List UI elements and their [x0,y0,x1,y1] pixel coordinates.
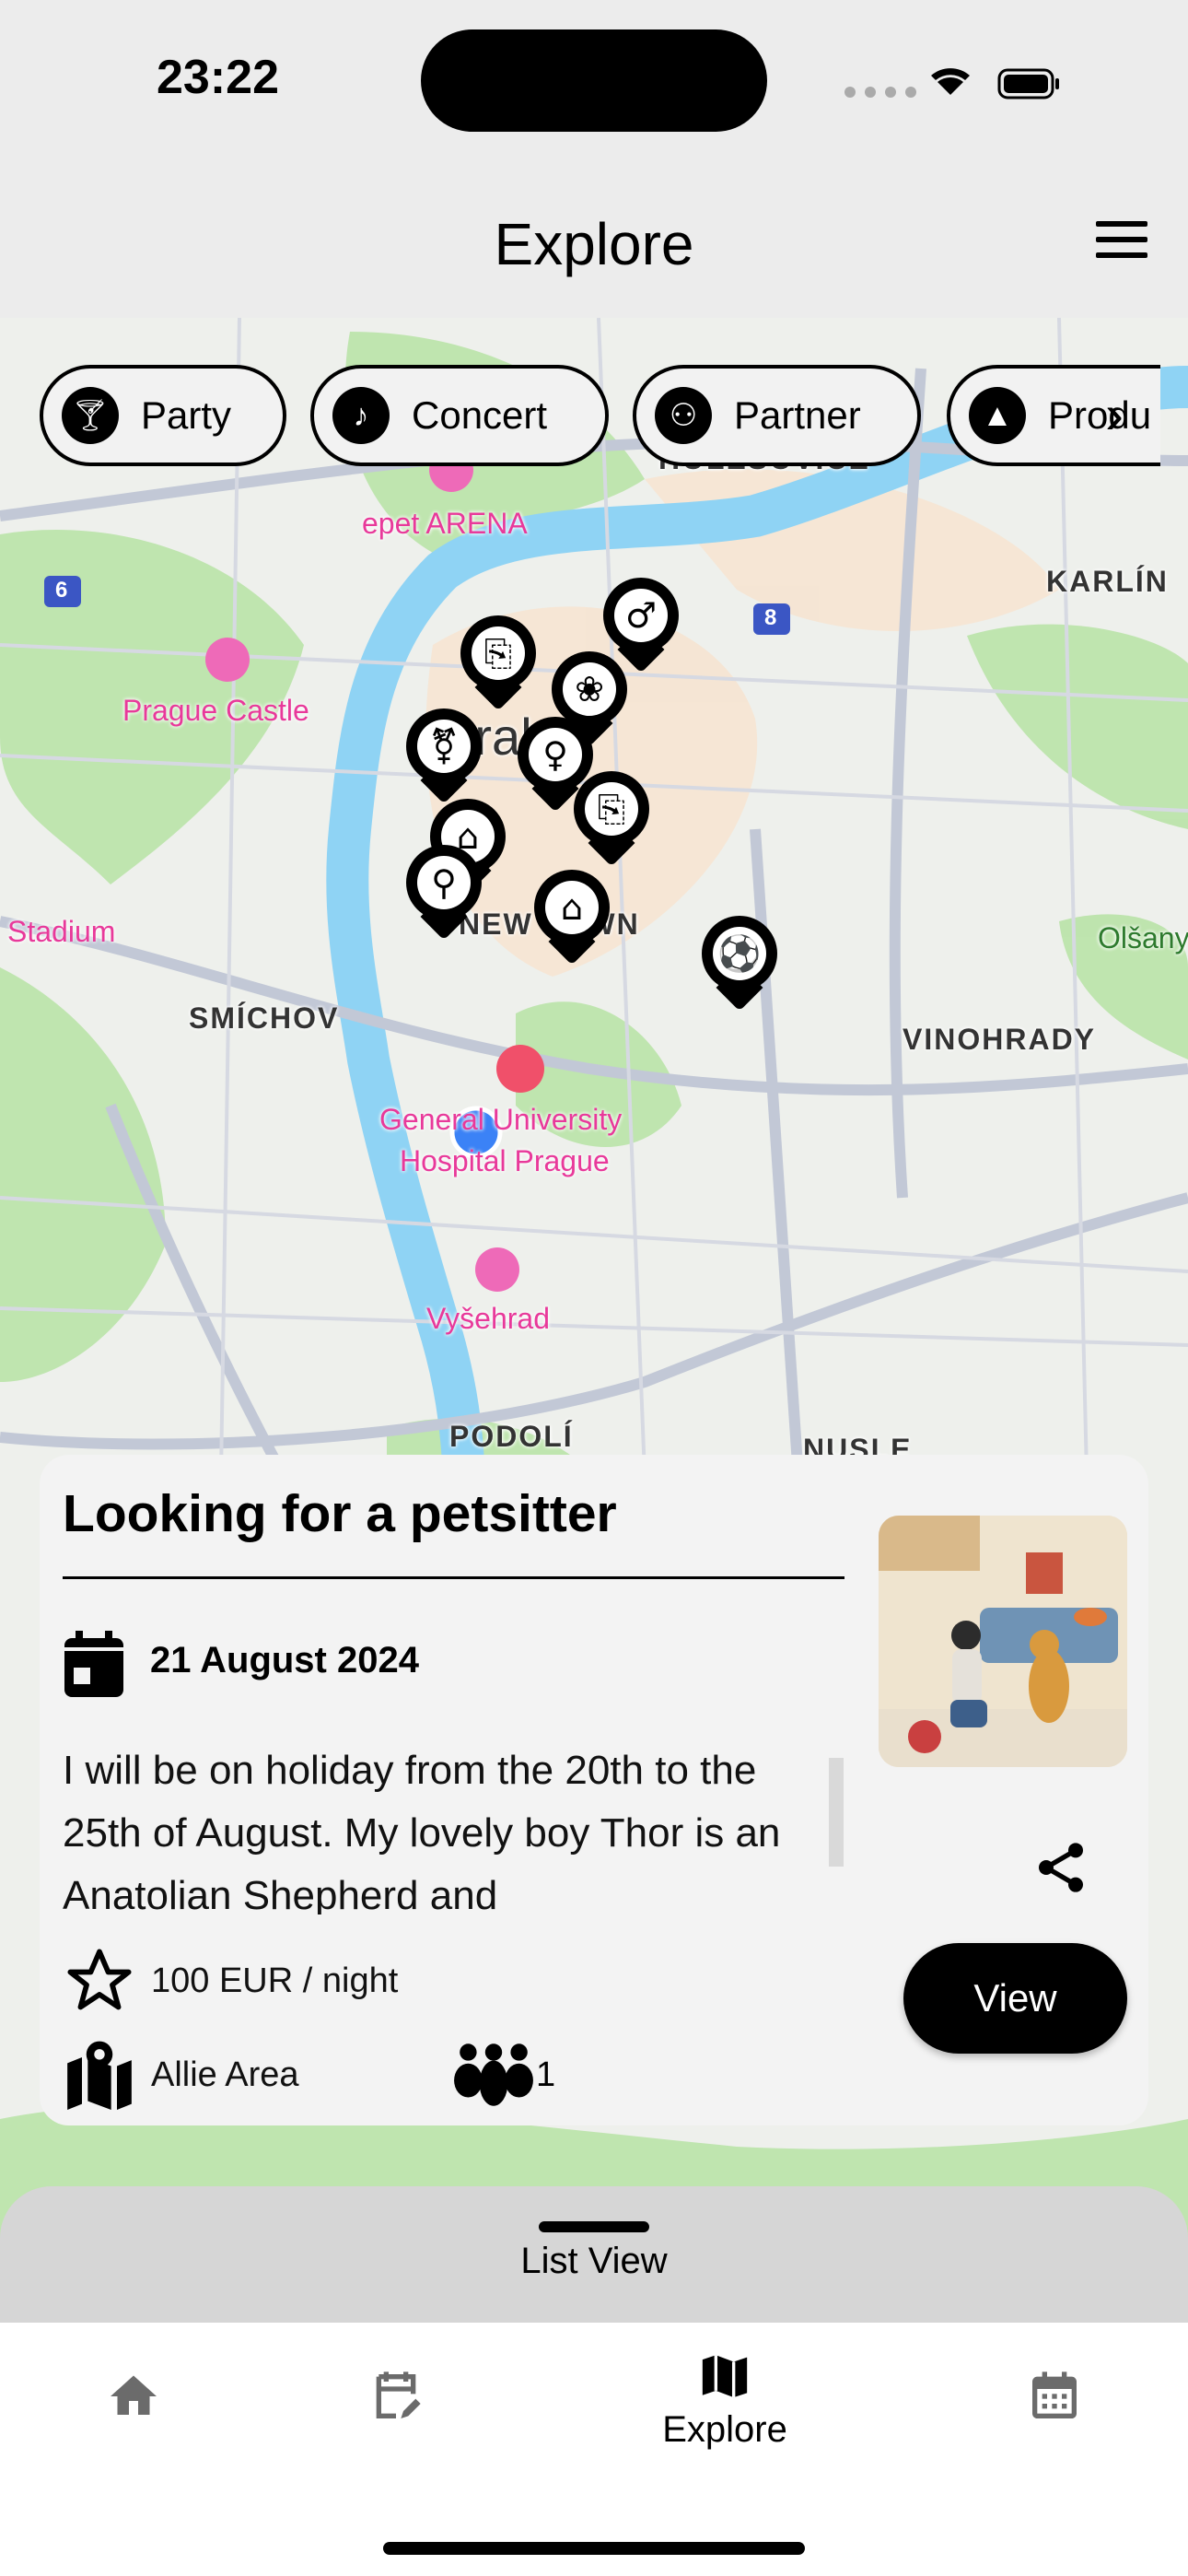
list-view-label[interactable]: List View [0,2241,1188,2282]
star-icon [67,1949,132,2010]
map-pin-clip[interactable]: ⎘ [460,615,536,717]
map-label: SMÍCHOV [189,1001,340,1035]
page-title: Explore [494,211,694,277]
map-label: Hospital Prague [400,1144,610,1177]
map-pin-icon [67,2041,132,2110]
chip-label: Concert [412,393,548,437]
share-icon[interactable] [1031,1838,1090,1897]
music-note-icon: ♪ [332,387,390,444]
members-row: 1 [451,2040,555,2110]
filter-chip-concert[interactable]: ♪ Concert [310,365,609,466]
map-icon [702,2355,748,2398]
status-time: 23:22 [157,51,279,104]
tab-bar: Explore [0,2323,1188,2576]
filter-chip-party[interactable]: 🍸︎ Party [40,365,286,466]
shapes-icon: ▲ [969,387,1026,444]
soccer-icon: ⚽ [713,927,766,980]
map-label: General University [379,1103,623,1136]
transgender-icon: ⚧ [417,720,471,773]
clip-icon: ⎘ [472,626,525,680]
house-icon: ⌂ [545,881,599,934]
map-pin-clip[interactable]: ⎘ [574,771,649,872]
map-label: Prague Castle [122,694,309,727]
tab-calendar[interactable] [962,2367,1147,2426]
calendar-icon [64,1631,123,1697]
male-icon: ♂ [614,589,668,642]
chip-label: Partner [734,393,861,437]
map-pin-search[interactable]: ⚲ [406,845,482,946]
tab-home[interactable] [41,2369,226,2424]
map-label: KARLÍN [1046,565,1169,598]
listing-date: 21 August 2024 [150,1640,419,1680]
tab-label: Explore [662,2409,787,2450]
listing-description[interactable]: I will be on holiday from the 20th to th… [63,1739,827,1914]
dynamic-island [421,29,767,132]
listing-area: Allie Area [151,2055,299,2094]
edit-calendar-icon [376,2371,421,2418]
filter-chip-products[interactable]: ▲ Produ [947,365,1160,466]
price-row: 100 EUR / night [63,1946,398,2016]
map-label: VINOHRADY [903,1023,1097,1056]
divider [63,1576,844,1579]
clip-icon: ⎘ [585,782,638,836]
map-label: PODOLÍ [449,1420,574,1453]
members-count: 1 [536,2055,556,2094]
home-indicator[interactable] [383,2542,805,2555]
group-icon [454,2043,533,2106]
calendar-icon [1032,2371,1077,2418]
chip-label: Party [141,393,232,437]
listing-price: 100 EUR / night [151,1961,399,2000]
map-label: Vyšehrad [426,1302,550,1335]
tab-my-events[interactable] [304,2367,488,2426]
tab-explore[interactable]: Explore [633,2348,817,2451]
map-pin-transgender[interactable]: ⚧ [406,708,482,810]
map-pin-house[interactable]: ⌂ [534,870,610,971]
hamburger-icon[interactable] [1096,221,1147,258]
cocktail-icon: 🍸︎ [62,387,119,444]
map-pin-soccer[interactable]: ⚽ [702,916,777,1017]
area-row: Allie Area [63,2040,299,2110]
signal-wifi-battery-icons [844,68,1059,100]
description-scrollbar[interactable] [829,1758,844,1867]
route-badge: 8 [764,605,779,630]
chevron-right-icon[interactable]: › [1105,387,1124,442]
people-icon: ⚇ [655,387,712,444]
search-icon: ⚲ [417,856,471,909]
paw-icon: ❀ [563,662,616,716]
route-badge: 6 [55,578,70,603]
map-label: epet ARENA [362,507,528,540]
map-label: Stadium [7,915,116,948]
chip-label: Produ [1048,393,1152,437]
map-label: Olšany [1098,921,1188,954]
view-button[interactable]: View [903,1943,1127,2054]
drag-handle[interactable] [539,2221,649,2232]
filter-chip-partner[interactable]: ⚇ Partner [633,365,921,466]
home-icon [111,2375,157,2415]
listing-title: Looking for a petsitter [63,1484,617,1543]
listing-image[interactable] [879,1516,1127,1767]
status-bar: 23:22 [0,0,1188,184]
